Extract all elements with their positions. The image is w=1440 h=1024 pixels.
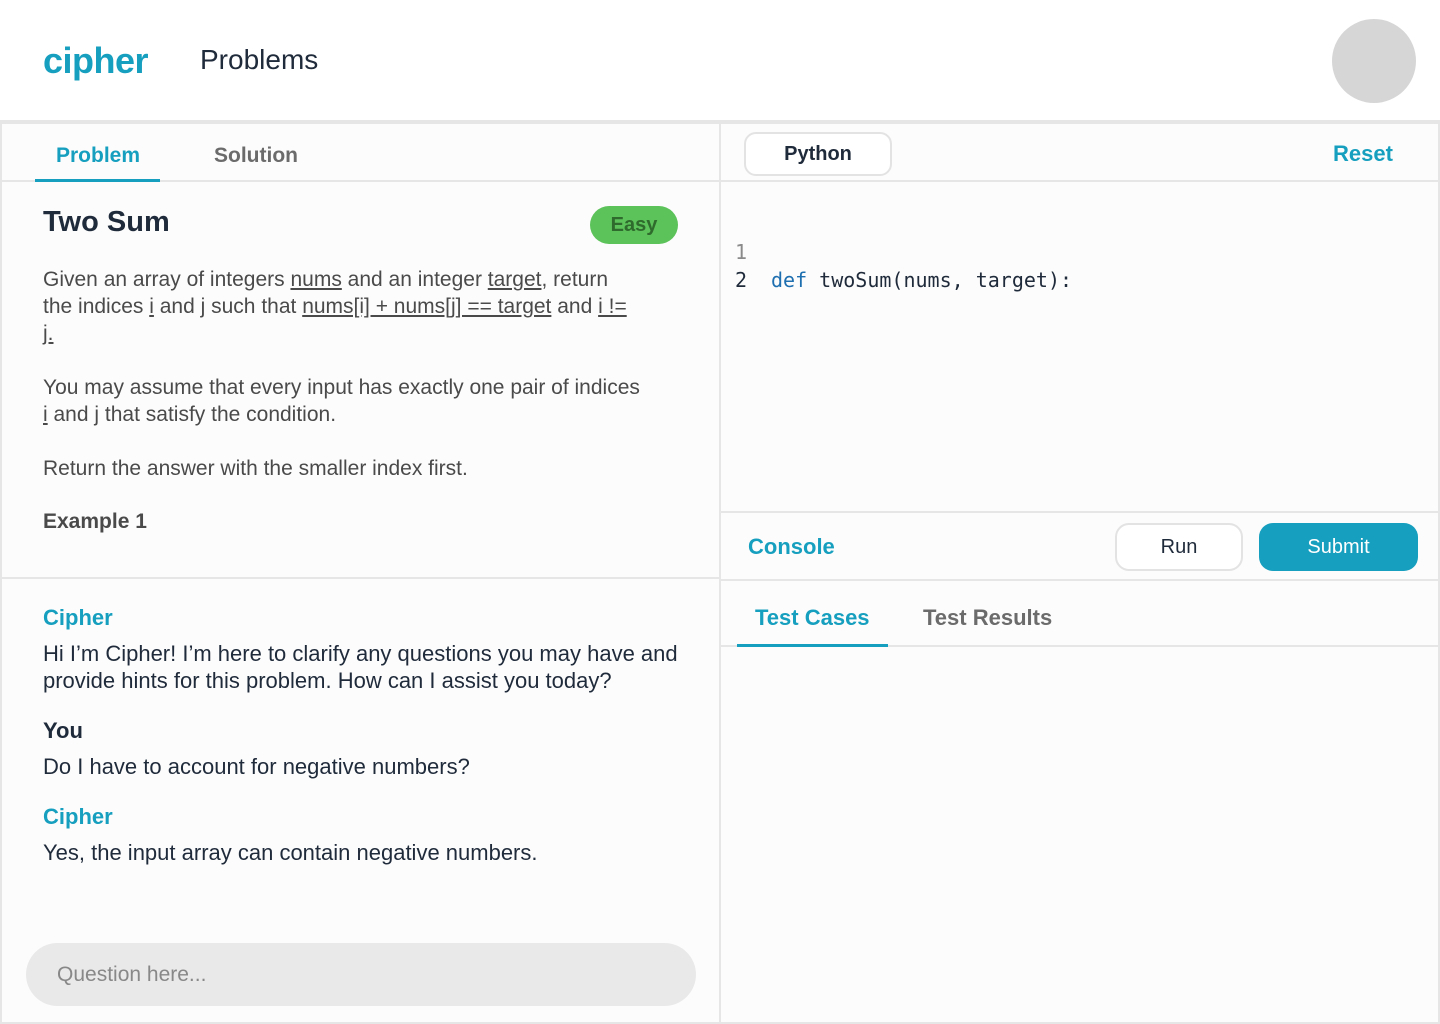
problem-panel: Problem Solution Two Sum Easy Given an a… bbox=[0, 122, 721, 579]
tab-solution[interactable]: Solution bbox=[214, 144, 298, 168]
console-panel: Console Run Submit Test Cases Test Resul… bbox=[719, 511, 1440, 1024]
chat-panel: Cipher Hi I’m Cipher! I’m here to clarif… bbox=[0, 577, 721, 1024]
code-text: def twoSum(nums, target): bbox=[771, 268, 1073, 292]
chat-message: Hi I’m Cipher! I’m here to clarify any q… bbox=[43, 641, 678, 693]
line-number: 2 bbox=[735, 268, 748, 292]
tab-test-cases-underline bbox=[737, 644, 888, 647]
code-target: target bbox=[487, 268, 542, 291]
example-heading: Example 1 bbox=[43, 510, 147, 533]
chat-sender-you: You bbox=[43, 718, 83, 743]
tab-test-results[interactable]: Test Results bbox=[923, 605, 1052, 631]
problem-description-p3: Return the answer with the smaller index… bbox=[43, 457, 468, 480]
code-expr: nums[i] + nums[j] == target bbox=[302, 295, 552, 318]
cipher-logo[interactable]: cipher bbox=[43, 40, 149, 82]
tab-test-cases[interactable]: Test Cases bbox=[755, 605, 870, 631]
language-select-button[interactable]: Python bbox=[744, 132, 892, 176]
code-nums: nums bbox=[290, 268, 342, 291]
editor-panel: Python Reset 1 def twoSum(nums, target):… bbox=[719, 122, 1440, 513]
reset-button[interactable]: Reset bbox=[1333, 141, 1393, 167]
problem-tabbar: Problem Solution bbox=[2, 124, 719, 182]
problem-description-p2: You may assume that every input has exac… bbox=[43, 376, 640, 426]
chat-message: Do I have to account for negative number… bbox=[43, 754, 470, 779]
chat-sender-cipher: Cipher bbox=[43, 605, 113, 630]
nav-problems-link[interactable]: Problems bbox=[200, 44, 318, 76]
chat-message: Yes, the input array can contain negativ… bbox=[43, 840, 538, 865]
chat-sender-cipher: Cipher bbox=[43, 804, 113, 829]
code-line: 2 bbox=[721, 238, 793, 292]
editor-toolbar: Python Reset bbox=[721, 124, 1438, 182]
problem-description-p1: Given an array of integers nums and an i… bbox=[43, 268, 627, 345]
submit-button[interactable]: Submit bbox=[1259, 523, 1418, 571]
code-editor[interactable]: 1 def twoSum(nums, target): 2 bbox=[721, 182, 1438, 511]
console-label[interactable]: Console bbox=[748, 534, 835, 560]
tab-problem[interactable]: Problem bbox=[56, 144, 140, 168]
tab-problem-underline bbox=[35, 179, 160, 182]
code-line: 1 def twoSum(nums, target): bbox=[721, 210, 1072, 292]
question-input[interactable] bbox=[26, 943, 696, 1006]
user-avatar[interactable] bbox=[1332, 19, 1416, 103]
difficulty-badge: Easy bbox=[590, 206, 678, 244]
top-header: cipher Problems bbox=[0, 0, 1440, 122]
run-button[interactable]: Run bbox=[1115, 523, 1243, 571]
console-tabbar: Test Cases Test Results bbox=[721, 581, 1438, 647]
problem-title: Two Sum bbox=[43, 206, 170, 238]
